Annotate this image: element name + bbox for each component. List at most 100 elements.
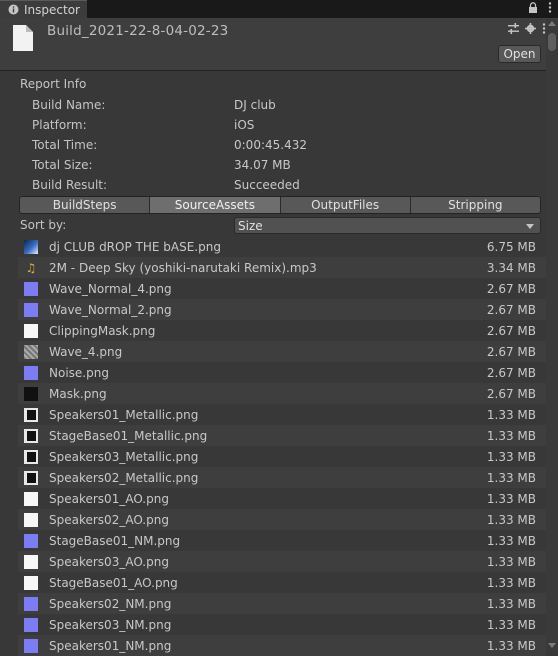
asset-row[interactable]: ClippingMask.png 2.67 MB [18,320,546,341]
asset-name: ClippingMask.png [49,323,156,338]
info-label: Total Size: [32,158,93,172]
asset-row[interactable]: Speakers03_Metallic.png 1.33 MB [18,446,546,467]
asset-row[interactable]: Noise.png 2.67 MB [18,362,546,383]
white-texture-icon [24,554,38,569]
tab-source-assets[interactable]: SourceAssets [150,197,281,213]
asset-size: 2.67 MB [486,386,536,401]
asset-name: Speakers02_AO.png [49,512,169,527]
white-texture-icon [24,323,38,338]
asset-row[interactable]: ♫ 2M - Deep Sky (yoshiki-narutaki Remix).… [18,257,546,278]
info-icon [8,4,19,15]
info-label: Build Name: [32,98,106,112]
asset-size: 1.33 MB [486,554,536,569]
info-row-total-time: Total Time: 0:00:45.432 [32,135,307,155]
asset-size: 1.33 MB [486,491,536,506]
chevron-down-icon [526,224,534,229]
inspector-tab-label: Inspector [24,2,80,17]
normal-map-icon [24,617,38,632]
asset-name: StageBase01_Metallic.png [49,428,208,443]
lock-icon[interactable] [528,2,538,16]
asset-row[interactable]: StageBase01_AO.png 1.33 MB [18,572,546,593]
sort-dropdown-value: Size [238,218,263,233]
asset-row[interactable]: Speakers02_AO.png 1.33 MB [18,509,546,530]
info-value: 0:00:45.432 [234,138,307,152]
tab-stripping[interactable]: Stripping [410,197,540,213]
sort-dropdown[interactable]: Size [234,217,541,234]
mask-texture-icon [24,386,38,401]
asset-row[interactable]: Speakers02_NM.png 1.33 MB [18,593,546,614]
scroll-down-arrow-icon[interactable] [548,643,556,648]
asset-size: 1.33 MB [486,638,536,653]
asset-row[interactable]: dj CLUB dROP THE bASE.png 6.75 MB [18,236,546,257]
tab-build-steps[interactable]: BuildSteps [20,197,151,213]
asset-row[interactable]: StageBase01_Metallic.png 1.33 MB [18,425,546,446]
asset-name: Speakers02_NM.png [49,596,172,611]
asset-size: 1.33 MB [486,533,536,548]
asset-name: dj CLUB dROP THE bASE.png [49,239,221,254]
vertical-scrollbar[interactable] [546,19,558,651]
asset-size: 2.67 MB [486,344,536,359]
kebab-menu-icon[interactable] [548,2,552,16]
asset-size: 2.67 MB [486,365,536,380]
asset-name: Wave_Normal_4.png [49,281,172,296]
asset-title: Build_2021-22-8-04-02-23 [47,23,229,39]
asset-row[interactable]: Speakers01_AO.png 1.33 MB [18,488,546,509]
asset-row[interactable]: Mask.png 2.67 MB [18,383,546,404]
asset-size: 2.67 MB [486,281,536,296]
asset-size: 1.33 MB [486,575,536,590]
tab-output-files[interactable]: OutputFiles [280,197,411,213]
asset-size: 1.33 MB [486,407,536,422]
asset-size: 1.33 MB [486,449,536,464]
asset-name: 2M - Deep Sky (yoshiki-narutaki Remix).m… [49,260,317,275]
asset-size: 1.33 MB [486,617,536,632]
asset-name: Speakers02_Metallic.png [49,470,199,485]
asset-name: Speakers03_Metallic.png [49,449,199,464]
normal-map-icon [24,365,38,380]
gear-icon[interactable] [525,23,536,37]
scroll-up-arrow-icon[interactable] [548,21,556,26]
normal-map-icon [24,302,38,317]
info-row-build-result: Build Result: Succeeded [32,175,300,195]
inspector-tab[interactable]: Inspector [0,0,87,18]
asset-row[interactable]: Wave_Normal_2.png 2.67 MB [18,299,546,320]
info-row-total-size: Total Size: 34.07 MB [32,155,291,175]
asset-row[interactable]: Speakers03_NM.png 1.33 MB [18,614,546,635]
asset-row[interactable]: Speakers01_Metallic.png 1.33 MB [18,404,546,425]
adjust-settings-icon[interactable] [508,23,519,37]
asset-name: StageBase01_NM.png [49,533,181,548]
asset-size: 6.75 MB [486,239,536,254]
image-icon [24,239,38,254]
normal-map-icon [24,596,38,611]
asset-name: StageBase01_AO.png [49,575,178,590]
asset-name: Wave_Normal_2.png [49,302,172,317]
inspector-header: Build_2021-22-8-04-02-23 Open [0,18,558,71]
white-texture-icon [24,491,38,506]
asset-row[interactable]: Wave_4.png 2.67 MB [18,341,546,362]
open-button[interactable]: Open [498,45,541,63]
asset-name: Speakers01_AO.png [49,491,169,506]
normal-map-icon [24,638,38,653]
info-row-platform: Platform: iOS [32,115,254,135]
metallic-texture-icon [24,407,38,422]
info-label: Total Time: [32,138,98,152]
scrollbar-thumb[interactable] [548,33,556,51]
asset-size: 1.33 MB [486,596,536,611]
asset-row[interactable]: Speakers01_NM.png 1.33 MB [18,635,546,656]
window-tab-bar: Inspector [0,0,558,18]
metallic-texture-icon [24,470,38,485]
info-value: iOS [234,118,255,132]
normal-map-icon [24,533,38,548]
metallic-texture-icon [24,449,38,464]
metallic-texture-icon [24,428,38,443]
asset-row[interactable]: StageBase01_NM.png 1.33 MB [18,530,546,551]
asset-row[interactable]: Wave_Normal_4.png 2.67 MB [18,278,546,299]
file-icon [13,25,33,54]
white-texture-icon [24,512,38,527]
info-value: 34.07 MB [234,158,291,172]
info-row-build-name: Build Name: DJ club [32,95,276,115]
asset-row[interactable]: Speakers03_AO.png 1.33 MB [18,551,546,572]
asset-row[interactable]: Speakers02_Metallic.png 1.33 MB [18,467,546,488]
info-label: Build Result: [32,178,108,192]
asset-name: Speakers03_AO.png [49,554,169,569]
asset-size: 1.33 MB [486,428,536,443]
